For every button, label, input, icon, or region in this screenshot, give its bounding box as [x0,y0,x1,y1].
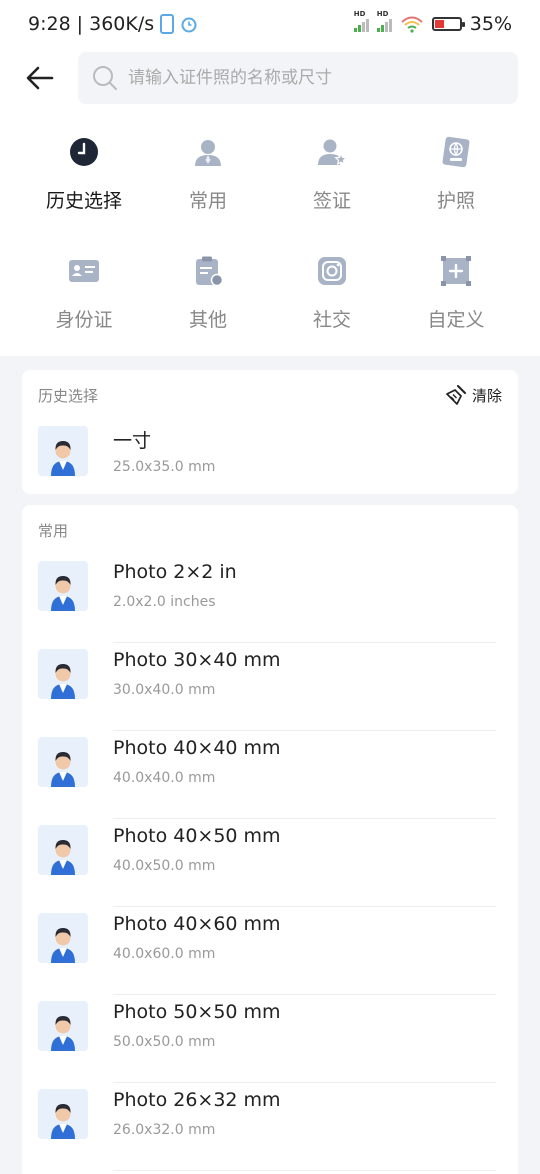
list-item[interactable]: Photo 40×60 mm 40.0x60.0 mm [22,907,518,995]
category-label: 历史选择 [45,190,122,212]
header-panel: 历史选择 常用 签证 护照 [0,48,540,356]
category-social[interactable]: 社交 [270,255,394,332]
category-other[interactable]: 其他 [146,255,270,332]
alarm-icon [181,17,197,33]
item-size: 30.0x40.0 mm [113,682,216,698]
avatar-icon [38,737,88,787]
avatar-icon [38,649,88,699]
broom-icon [446,385,466,405]
item-size: 50.0x50.0 mm [113,1034,216,1050]
common-header: 常用 [22,505,518,555]
item-size: 26.0x32.0 mm [113,1122,216,1138]
passport-icon [442,136,470,168]
history-item[interactable]: 一寸 25.0x35.0 mm [22,420,518,508]
battery-percent: 35% [469,13,512,35]
category-label: 自定义 [427,309,485,331]
search-row [0,48,540,110]
clipboard-icon [196,256,224,287]
signal-1-icon: HD [353,10,369,32]
history-header: 历史选择 清除 [22,370,518,420]
search-icon [93,66,117,90]
item-title: Photo 50×50 mm [113,1001,281,1023]
person-icon [195,140,221,166]
category-history[interactable]: 历史选择 [22,136,146,213]
item-size: 2.0x2.0 inches [113,594,216,610]
category-label: 身份证 [55,309,113,331]
category-label: 签证 [312,190,351,212]
list-item[interactable]: Photo 26×32 mm 26.0x32.0 mm [22,1083,518,1171]
item-title: Photo 40×40 mm [113,737,281,759]
category-label: 其他 [188,309,227,331]
avatar-icon [38,1089,88,1139]
network-speed: | 360K/s [76,13,155,35]
item-size: 40.0x50.0 mm [113,858,216,874]
status-bar: 9:28 | 360K/s HD HD 35% [0,0,540,48]
clock-time: 9:28 [28,13,71,35]
avatar-icon [38,913,88,963]
divider [113,1170,496,1171]
list-item[interactable]: Photo 40×50 mm 40.0x50.0 mm [22,819,518,907]
list-item[interactable]: Photo 50×50 mm 50.0x50.0 mm [22,995,518,1083]
history-card: 历史选择 清除 一寸 25.0x35.0 mm [22,370,518,494]
item-title: Photo 2×2 in [113,561,237,583]
list-item[interactable]: Photo 40×40 mm 40.0x40.0 mm [22,731,518,819]
battery-icon [431,17,465,31]
category-visa[interactable]: 签证 [270,136,394,213]
category-grid: 历史选择 常用 签证 护照 身份证 其他 社交 自定义 [22,136,518,332]
back-arrow-icon[interactable] [24,62,56,94]
clear-button[interactable]: 清除 [446,385,502,406]
category-label: 护照 [436,190,475,212]
section-title: 历史选择 [38,386,99,405]
item-title: Photo 40×50 mm [113,825,281,847]
item-title: Photo 40×60 mm [113,913,281,935]
item-size: 25.0x35.0 mm [113,459,216,475]
avatar-icon [38,561,88,611]
item-title: 一寸 [113,430,152,452]
section-title: 常用 [38,521,69,540]
phone-icon [160,14,175,34]
instagram-icon [318,257,346,285]
avatar-icon [38,426,88,476]
list-item[interactable]: Photo 30×40 mm 30.0x40.0 mm [22,643,518,731]
signal-2-icon: HD [376,10,392,32]
id-card-icon [69,260,99,282]
clock-icon [70,138,98,166]
avatar-icon [38,825,88,875]
clear-label: 清除 [471,386,502,405]
item-title: Photo 26×32 mm [113,1089,281,1111]
item-size: 40.0x40.0 mm [113,770,216,786]
avatar-icon [38,1001,88,1051]
custom-frame-icon [441,256,471,286]
category-label: 常用 [188,190,227,212]
visa-person-icon [318,139,348,166]
search-input[interactable] [128,68,488,88]
wifi-icon [401,16,423,33]
category-id-card[interactable]: 身份证 [22,255,146,332]
category-custom[interactable]: 自定义 [394,255,518,332]
search-box[interactable] [78,52,518,104]
category-common[interactable]: 常用 [146,136,270,213]
item-title: Photo 30×40 mm [113,649,281,671]
category-label: 社交 [312,309,351,331]
list-item[interactable]: Photo 2×2 in 2.0x2.0 inches [22,555,518,643]
category-passport[interactable]: 护照 [394,136,518,213]
common-card: 常用 Photo 2×2 in 2.0x2.0 inches Photo 30×… [22,505,518,1174]
item-size: 40.0x60.0 mm [113,946,216,962]
